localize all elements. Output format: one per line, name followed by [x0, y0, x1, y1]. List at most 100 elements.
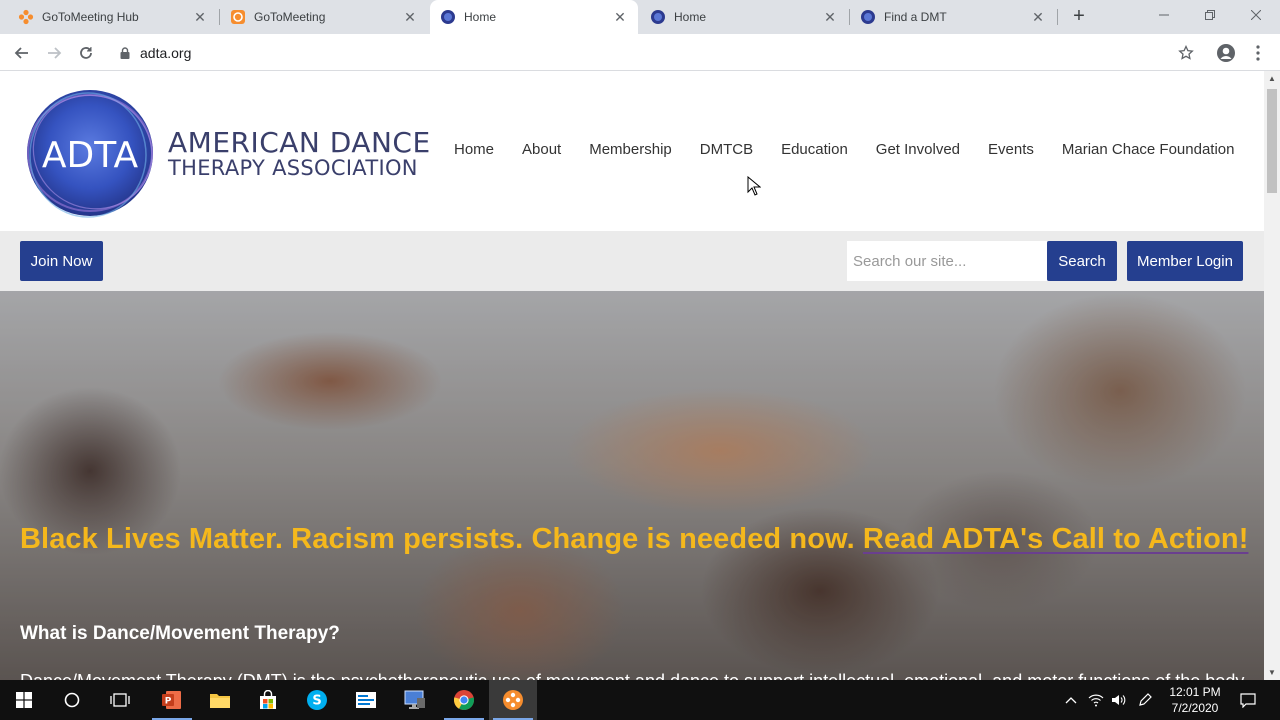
nav-events[interactable]: Events: [988, 141, 1034, 158]
close-window-button[interactable]: [1233, 0, 1279, 30]
browser-menu-button[interactable]: [1245, 40, 1271, 66]
dmt-heading: What is Dance/Movement Therapy?: [20, 623, 340, 644]
more-vert-icon: [1256, 45, 1260, 61]
skype-icon: S: [307, 690, 327, 710]
back-button[interactable]: [9, 40, 35, 66]
nav-dmtcb[interactable]: DMTCB: [700, 141, 753, 158]
minimize-icon: [1159, 14, 1169, 16]
tray-volume[interactable]: [1108, 680, 1130, 720]
scroll-up-icon[interactable]: ▲: [1268, 74, 1276, 83]
tray-overflow-button[interactable]: [1061, 680, 1081, 720]
site-header: ADTA AMERICAN DANCE THERAPY ASSOCIATION …: [0, 71, 1264, 231]
taskbar-powerpoint[interactable]: P: [148, 680, 196, 720]
site-search-input[interactable]: [847, 241, 1047, 281]
mouse-cursor-icon: [747, 176, 761, 196]
close-tab-icon[interactable]: ✕: [1030, 9, 1046, 25]
chevron-up-icon: [1065, 697, 1077, 704]
task-view-button[interactable]: [96, 680, 144, 720]
adta-favicon: [650, 9, 666, 25]
svg-text:P: P: [165, 697, 172, 707]
store-icon: [260, 690, 276, 709]
tray-pen[interactable]: [1134, 680, 1156, 720]
account-icon: [1217, 44, 1235, 62]
gotomeeting-icon: [503, 690, 523, 710]
tray-network[interactable]: [1085, 680, 1107, 720]
speaker-icon: [1112, 695, 1126, 705]
nav-about[interactable]: About: [522, 141, 561, 158]
nav-get-involved[interactable]: Get Involved: [876, 141, 960, 158]
minimize-button[interactable]: [1141, 0, 1187, 30]
nav-home[interactable]: Home: [454, 141, 494, 158]
forward-button[interactable]: [41, 40, 67, 66]
close-tab-icon[interactable]: ✕: [822, 9, 838, 25]
close-tab-icon[interactable]: ✕: [612, 9, 628, 25]
restore-button[interactable]: [1187, 0, 1233, 30]
logo-abbrev: ADTA: [42, 135, 139, 176]
chrome-icon: [453, 690, 475, 711]
taskbar-outlook[interactable]: [342, 680, 390, 720]
restore-icon: [1205, 10, 1215, 20]
taskbar-skype[interactable]: S: [293, 680, 341, 720]
close-tab-icon[interactable]: ✕: [402, 9, 418, 25]
clock-time: 12:01 PM: [1169, 685, 1221, 699]
taskbar-chrome[interactable]: [440, 680, 488, 720]
nav-marian-chace-foundation[interactable]: Marian Chace Foundation: [1062, 141, 1235, 158]
bookmark-star-button[interactable]: [1173, 40, 1199, 66]
tab-home-active[interactable]: Home ✕: [430, 0, 638, 34]
cortana-icon: [64, 692, 80, 708]
back-arrow-icon: [14, 47, 28, 59]
join-now-button[interactable]: Join Now: [20, 241, 103, 281]
star-icon: [1178, 45, 1194, 60]
page-viewport: ADTA AMERICAN DANCE THERAPY ASSOCIATION …: [0, 71, 1264, 680]
blm-banner: Black Lives Matter. Racism persists. Cha…: [20, 523, 1248, 556]
tab-title: GoToMeeting Hub: [42, 10, 139, 24]
cortana-button[interactable]: [48, 680, 96, 720]
address-bar[interactable]: adta.org: [108, 37, 1198, 68]
nav-education[interactable]: Education: [781, 141, 848, 158]
forward-arrow-icon: [48, 47, 62, 59]
browser-toolbar: adta.org: [0, 34, 1280, 71]
tab-find-a-dmt[interactable]: Find a DMT ✕: [850, 0, 1056, 34]
action-bar: Join Now Search Member Login: [0, 231, 1264, 291]
taskbar-store[interactable]: [244, 680, 292, 720]
page-scrollbar[interactable]: ▲ ▼: [1264, 71, 1280, 680]
adta-logo[interactable]: ADTA: [24, 87, 156, 219]
logo-wordmark[interactable]: AMERICAN DANCE THERAPY ASSOCIATION: [168, 129, 431, 179]
new-tab-button[interactable]: +: [1068, 5, 1090, 27]
start-icon: [16, 692, 32, 708]
svg-text:S: S: [312, 694, 321, 709]
gotomeeting-icon: [230, 9, 246, 25]
scrollbar-thumb[interactable]: [1267, 89, 1277, 193]
system-clock[interactable]: 12:01 PM 7/2/2020: [1160, 684, 1230, 716]
reload-icon: [80, 47, 92, 59]
nav-membership[interactable]: Membership: [589, 141, 672, 158]
taskbar-gotomeeting[interactable]: [489, 680, 537, 720]
tab-home[interactable]: Home ✕: [640, 0, 848, 34]
action-center-button[interactable]: [1236, 680, 1260, 720]
windows-taskbar: P S 12:01 PM 7/2/2020: [0, 680, 1280, 720]
tab-gotomeeting-hub[interactable]: GoToMeeting Hub ✕: [8, 0, 218, 34]
search-button[interactable]: Search: [1047, 241, 1117, 281]
close-icon: [1251, 10, 1261, 20]
pen-icon: [1139, 693, 1152, 706]
notification-icon: [1240, 693, 1256, 708]
adta-favicon: [860, 9, 876, 25]
tab-divider: [1057, 9, 1058, 25]
taskbar-file-explorer[interactable]: [196, 680, 244, 720]
close-tab-icon[interactable]: ✕: [192, 9, 208, 25]
tab-title: GoToMeeting: [254, 10, 326, 24]
taskbar-remote-desktop[interactable]: [391, 680, 439, 720]
profile-button[interactable]: [1213, 40, 1239, 66]
wifi-icon: [1088, 694, 1104, 707]
call-to-action-link[interactable]: Read ADTA's Call to Action!: [863, 523, 1249, 555]
tab-title: Find a DMT: [884, 10, 947, 24]
tab-gotomeeting[interactable]: GoToMeeting ✕: [220, 0, 428, 34]
powerpoint-icon: P: [162, 691, 181, 709]
member-login-button[interactable]: Member Login: [1127, 241, 1243, 281]
main-navigation: Home About Membership DMTCB Education Ge…: [454, 141, 1234, 158]
reload-button[interactable]: [73, 40, 99, 66]
start-button[interactable]: [0, 680, 48, 720]
remote-desktop-icon: [404, 690, 425, 709]
file-explorer-icon: [210, 694, 230, 708]
scroll-down-icon[interactable]: ▼: [1268, 668, 1276, 677]
